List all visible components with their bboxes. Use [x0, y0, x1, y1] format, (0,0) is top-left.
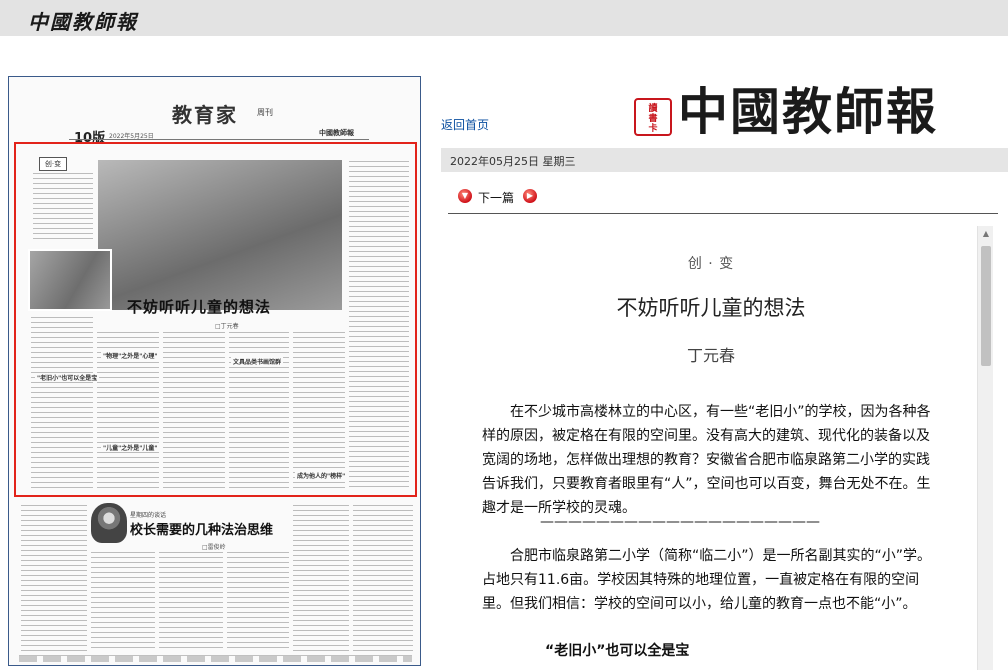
back-home-link[interactable]: 返回首页	[441, 116, 489, 133]
text-column	[33, 173, 93, 243]
scroll-up-icon[interactable]: ▲	[978, 226, 994, 242]
article-divider: ————————————————————	[540, 514, 820, 530]
site-brand: 中國教師報	[28, 10, 138, 34]
text-column	[227, 552, 289, 652]
next-article-link[interactable]: 下一篇	[478, 189, 514, 206]
story-headline[interactable]: 不妨听听儿童的想法	[127, 296, 271, 317]
text-column	[159, 552, 223, 652]
issue-date: 2022年05月25日 星期三	[450, 155, 576, 168]
text-column	[229, 332, 289, 492]
text-column	[163, 332, 225, 492]
story-subhead: "儿童"之外是"儿童"	[101, 443, 160, 452]
text-column	[31, 317, 93, 492]
scrollbar-thumb[interactable]	[981, 246, 991, 366]
page-footer	[19, 655, 412, 662]
page-root: 中國教師報 10版 2022年5月25日 教育家 周刊 中國教師報 创·变 不妨…	[0, 0, 1008, 670]
newspaper-page-thumbnail[interactable]: 10版 2022年5月25日 教育家 周刊 中國教師報 创·变 不妨听听儿童的想…	[8, 76, 421, 666]
page-brand: 中國教師報	[319, 129, 354, 137]
article-nav-bar: ▼ 下一篇 ▶	[448, 182, 998, 214]
article-section-heading: “老旧小”也可以全是宝	[545, 643, 690, 659]
column-name: 星期四的谈话	[130, 512, 167, 519]
story-inset-photo[interactable]	[28, 249, 112, 311]
story-subhead: "物理"之外是"心理"	[101, 351, 160, 360]
article-title: 不妨听听儿童的想法	[616, 296, 806, 320]
story-tag: 创·变	[39, 157, 67, 171]
logo-text: 中國教師報	[678, 82, 938, 141]
story-subhead: 成为他人的"榜样"	[295, 471, 348, 480]
text-column	[353, 505, 413, 653]
article-paragraph: 在不少城市高楼林立的中心区，有一些“老旧小”的学校，因为各种各样的原因，被定格在…	[482, 404, 931, 516]
author-portrait	[91, 503, 127, 543]
text-column	[21, 505, 87, 653]
article-content: 创 · 变 不妨听听儿童的想法 丁元春 在不少城市高楼林立的中心区，有一些“老旧…	[460, 226, 977, 670]
newspaper-logo: 讀書卡 中國教師報	[634, 72, 994, 144]
next-arrow-icon[interactable]: ▼	[458, 189, 472, 203]
story-subhead: 文具品类书画馆群	[231, 357, 284, 366]
logo-seal: 讀書卡	[634, 98, 672, 136]
article-kicker: 创 · 变	[687, 256, 735, 272]
article-scrollbar[interactable]: ▲	[977, 226, 993, 670]
text-column	[349, 161, 409, 491]
story-photo[interactable]	[98, 160, 342, 310]
date-bar: 2022年05月25日 星期三	[441, 148, 1008, 172]
story-byline: □丁元春	[215, 323, 239, 330]
article-author: 丁元春	[686, 346, 735, 365]
text-column	[293, 332, 345, 492]
article-paragraph: 合肥市临泉路第二小学（简称“临二小”）是一所名副其实的“小”学。占地只有11.6…	[482, 548, 932, 612]
next-arrow-icon[interactable]: ▶	[523, 189, 537, 203]
column-title: 教育家	[172, 103, 238, 127]
top-bar: 中國教師報	[0, 0, 1008, 36]
text-column	[293, 505, 349, 653]
text-column	[91, 552, 155, 652]
second-story-headline[interactable]: 校长需要的几种法治思维	[130, 519, 273, 538]
story-subhead: "老旧小"也可以全是宝	[35, 373, 100, 382]
second-story-byline: □雷俊岭	[202, 544, 226, 551]
page-header: 10版 2022年5月25日 教育家 周刊 中國教師報	[9, 77, 420, 146]
header-rule	[69, 139, 369, 140]
column-subtitle: 周刊	[257, 108, 273, 117]
